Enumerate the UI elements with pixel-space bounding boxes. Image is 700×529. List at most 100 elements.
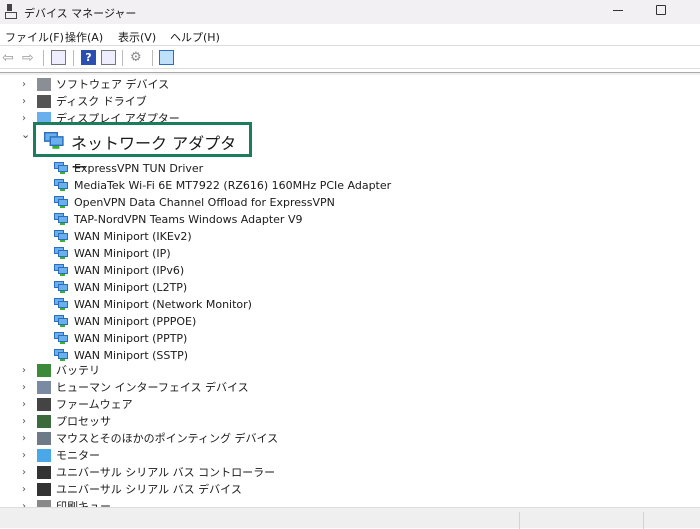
expand-chevron-icon[interactable]: › xyxy=(22,362,30,379)
status-divider xyxy=(519,512,520,529)
adapter-label: WAN Miniport (IPv6) xyxy=(74,264,185,277)
expand-chevron-icon[interactable]: › xyxy=(22,481,30,498)
network-adapter-icon xyxy=(54,349,69,362)
maximize-button[interactable] xyxy=(656,5,666,15)
minimize-button[interactable] xyxy=(613,10,623,11)
tree-category[interactable]: › ヒューマン インターフェイス デバイス xyxy=(0,379,700,396)
tree-category[interactable]: › プロセッサ xyxy=(0,413,700,430)
category-label: ユニバーサル シリアル バス コントローラー xyxy=(56,466,276,479)
toolbar-separator xyxy=(122,50,123,66)
adapter-item[interactable]: TAP-NordVPN Teams Windows Adapter V9 xyxy=(0,211,700,228)
adapter-item[interactable]: WAN Miniport (IKEv2) xyxy=(0,228,700,245)
menu-view[interactable]: 表示(V) xyxy=(118,29,156,45)
tree-category[interactable]: › ファームウェア xyxy=(0,396,700,413)
tree-category[interactable]: › モニター xyxy=(0,447,700,464)
adapter-label: OpenVPN Data Channel Offload for Express… xyxy=(74,196,335,209)
expand-chevron-icon[interactable]: › xyxy=(22,447,30,464)
adapter-label: TAP-NordVPN Teams Windows Adapter V9 xyxy=(74,213,303,226)
adapter-item[interactable]: MediaTek Wi-Fi 6E MT7922 (RZ616) 160MHz … xyxy=(0,177,700,194)
firmware-icon xyxy=(37,398,51,411)
update-driver-icon[interactable]: ⚙ xyxy=(130,50,145,65)
processor-icon xyxy=(37,415,51,428)
category-label: ユニバーサル シリアル バス デバイス xyxy=(56,483,242,496)
network-adapter-icon xyxy=(54,298,69,311)
adapter-label: WAN Miniport (PPPOE) xyxy=(74,315,197,328)
network-adapter-icon xyxy=(54,281,69,294)
adapter-item[interactable]: WAN Miniport (IP) xyxy=(0,245,700,262)
expand-chevron-icon[interactable]: › xyxy=(22,379,30,396)
battery-icon xyxy=(37,364,51,377)
network-adapter-icon xyxy=(54,332,69,345)
adapter-label: WAN Miniport (IP) xyxy=(74,247,171,260)
network-adapter-icon xyxy=(54,179,69,192)
tree-category[interactable]: › ディスク ドライブ xyxy=(0,93,700,110)
adapter-label: WAN Miniport (Network Monitor) xyxy=(74,298,252,311)
action-pane-icon[interactable] xyxy=(101,50,116,65)
hid-icon xyxy=(37,381,51,394)
network-adapter-label: ネットワーク アダプター xyxy=(71,134,237,177)
toolbar-separator xyxy=(43,50,44,66)
menu-bar: ファイル(F) 操作(A) 表示(V) ヘルプ(H) xyxy=(0,25,700,46)
adapter-label: WAN Miniport (PPTP) xyxy=(74,332,188,345)
category-label: プロセッサ xyxy=(56,415,111,428)
device-manager-icon xyxy=(5,4,17,19)
monitor-icon xyxy=(37,449,51,462)
adapter-item[interactable]: WAN Miniport (L2TP) xyxy=(0,279,700,296)
adapter-item[interactable]: OpenVPN Data Channel Offload for Express… xyxy=(0,194,700,211)
toolbar-separator xyxy=(152,50,153,66)
window-title: デバイス マネージャー xyxy=(24,7,137,20)
network-adapter-icon xyxy=(54,196,69,209)
expand-chevron-icon[interactable]: › xyxy=(22,430,30,447)
usb-icon xyxy=(37,483,51,496)
tree-top-border xyxy=(0,72,700,75)
help-icon[interactable]: ? xyxy=(81,50,96,65)
expand-chevron-icon[interactable]: › xyxy=(22,76,30,93)
tree-category[interactable]: › ソフトウェア デバイス xyxy=(0,76,700,93)
network-adapter-icon xyxy=(54,264,69,277)
category-label: バッテリ xyxy=(56,364,100,377)
adapter-item[interactable]: WAN Miniport (IPv6) xyxy=(0,262,700,279)
expand-chevron-icon[interactable]: › xyxy=(22,110,30,127)
category-label: ソフトウェア デバイス xyxy=(56,78,170,91)
expand-chevron-icon[interactable]: › xyxy=(22,396,30,413)
adapter-item[interactable]: WAN Miniport (Network Monitor) xyxy=(0,296,700,313)
network-adapter-icon xyxy=(44,132,65,150)
category-label: ヒューマン インターフェイス デバイス xyxy=(56,381,249,394)
show-hide-console-tree-icon[interactable] xyxy=(51,50,66,65)
menu-file[interactable]: ファイル(F) xyxy=(5,29,64,45)
toolbar-separator xyxy=(73,50,74,66)
network-adapter-icon xyxy=(54,213,69,226)
adapter-item[interactable]: WAN Miniport (PPPOE) xyxy=(0,313,700,330)
toolbar: ⇦ ⇨ ? ⚙ xyxy=(0,47,700,69)
category-label: ディスク ドライブ xyxy=(56,95,147,108)
mouse-icon xyxy=(37,432,51,445)
network-adapter-icon xyxy=(54,247,69,260)
menu-action[interactable]: 操作(A) xyxy=(65,29,103,45)
forward-icon[interactable]: ⇨ xyxy=(22,50,37,66)
status-divider xyxy=(643,512,644,529)
expand-chevron-icon[interactable]: › xyxy=(22,413,30,430)
usb-icon xyxy=(37,466,51,479)
scan-hardware-icon[interactable] xyxy=(159,50,174,65)
title-bar: デバイス マネージャー xyxy=(0,0,700,24)
menu-help[interactable]: ヘルプ(H) xyxy=(170,29,220,45)
adapter-item[interactable]: WAN Miniport (PPTP) xyxy=(0,330,700,347)
tree-category[interactable]: › ユニバーサル シリアル バス デバイス xyxy=(0,481,700,498)
expand-chevron-icon[interactable]: › xyxy=(22,464,30,481)
adapter-label: MediaTek Wi-Fi 6E MT7922 (RZ616) 160MHz … xyxy=(74,179,392,192)
expand-chevron-icon[interactable]: › xyxy=(22,93,30,110)
category-label: モニター xyxy=(56,449,100,462)
tree-category[interactable]: › ユニバーサル シリアル バス コントローラー xyxy=(0,464,700,481)
category-label: マウスとそのほかのポインティング デバイス xyxy=(56,432,279,445)
back-icon[interactable]: ⇦ xyxy=(2,50,17,66)
collapse-chevron-icon[interactable]: ⌄ xyxy=(21,128,30,141)
category-label: ファームウェア xyxy=(56,398,133,411)
adapter-label: WAN Miniport (L2TP) xyxy=(74,281,188,294)
software-device-icon xyxy=(37,78,51,91)
adapter-label: WAN Miniport (IKEv2) xyxy=(74,230,192,243)
tree-category[interactable]: › マウスとそのほかのポインティング デバイス xyxy=(0,430,700,447)
network-adapter-highlight[interactable]: ネットワーク アダプター xyxy=(33,122,252,177)
disk-drive-icon xyxy=(37,95,51,108)
tree-category[interactable]: › バッテリ xyxy=(0,362,700,379)
network-adapter-icon xyxy=(54,315,69,328)
